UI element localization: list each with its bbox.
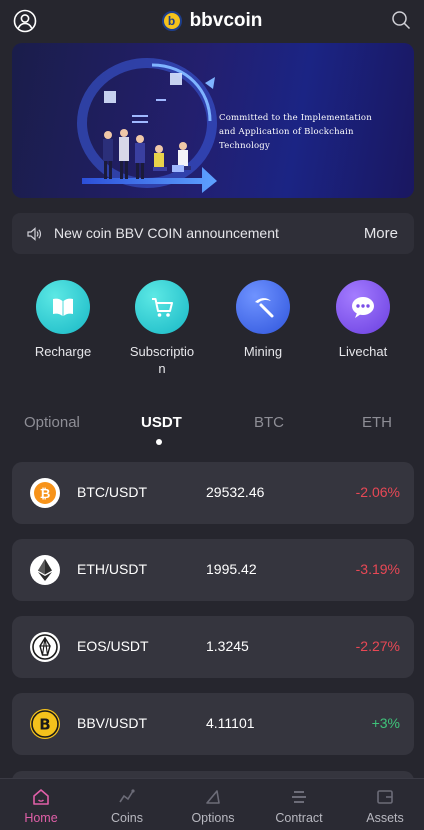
chat-icon: [336, 280, 390, 334]
pair-change: -3.19%: [355, 561, 400, 577]
tab-eth[interactable]: ETH: [362, 414, 392, 431]
pickaxe-icon: [236, 280, 290, 334]
nav-label: Assets: [366, 811, 404, 825]
contract-icon: [292, 791, 306, 803]
cart-icon: [135, 280, 189, 334]
pair-change: +3%: [371, 715, 400, 731]
nav-options[interactable]: Options: [178, 787, 248, 825]
market-row[interactable]: B BBV/USDT 4.11101 +3%: [12, 693, 414, 755]
top-bar: b bbvcoin: [0, 0, 424, 42]
quick-actions: Recharge Subscription Mining Livechat: [0, 280, 424, 380]
pair-change: -2.06%: [355, 484, 400, 500]
eos-icon: [30, 632, 60, 662]
market-row[interactable]: ₿ BTC/USDT 29532.46 -2.06%: [12, 462, 414, 524]
nav-label: Options: [191, 811, 235, 825]
action-recharge[interactable]: Recharge: [23, 280, 103, 360]
app-title: bbvcoin: [189, 10, 263, 31]
action-livechat[interactable]: Livechat: [323, 280, 403, 360]
nav-label: Home: [24, 811, 58, 825]
pair-name: EOS/USDT: [77, 638, 149, 654]
nav-label: Coins: [111, 811, 143, 825]
action-mining[interactable]: Mining: [223, 280, 303, 360]
wallet-icon: [377, 790, 393, 804]
market-row[interactable]: ETH/USDT 1995.42 -3.19%: [12, 539, 414, 601]
bottom-nav: Home Coins Options Contract Assets: [0, 778, 424, 830]
banner-line: Technology: [219, 141, 270, 151]
action-label: Mining: [243, 344, 283, 359]
svg-text:₿: ₿: [40, 487, 51, 502]
book-icon: [36, 280, 90, 334]
market-tabs: Optional USDT BTC ETH: [0, 410, 424, 450]
market-row[interactable]: EOS/USDT 1.3245 -2.27%: [12, 616, 414, 678]
pair-price: 1.3245: [206, 638, 249, 654]
nav-coins[interactable]: Coins: [92, 787, 162, 825]
banner-line: Committed to the Implementation: [219, 113, 372, 123]
promo-banner[interactable]: Committed to the Implementation and Appl…: [12, 43, 414, 198]
pair-name: ETH/USDT: [77, 561, 147, 577]
action-label: Recharge: [34, 344, 92, 359]
bbv-icon: B: [30, 709, 60, 739]
banner-line: and Application of Blockchain: [219, 127, 354, 137]
pair-price: 1995.42: [206, 561, 257, 577]
svg-text:B: B: [39, 716, 50, 734]
pair-price: 4.11101: [206, 715, 255, 731]
more-link[interactable]: More: [364, 225, 398, 242]
home-icon: [33, 789, 49, 805]
banner-caption: Committed to the Implementation and Appl…: [219, 111, 399, 153]
nav-contract[interactable]: Contract: [264, 787, 334, 825]
brand: b bbvcoin: [161, 10, 263, 32]
tab-usdt[interactable]: USDT: [141, 414, 182, 431]
speaker-icon: [27, 227, 42, 241]
action-label: Livechat: [338, 344, 388, 359]
active-tab-indicator: [156, 439, 162, 445]
pair-name: BBV/USDT: [77, 715, 148, 731]
ethereum-icon: [30, 555, 60, 585]
bitcoin-icon: ₿: [30, 478, 60, 508]
announcement-text[interactable]: New coin BBV COIN announcement: [54, 225, 279, 241]
tab-btc[interactable]: BTC: [254, 414, 284, 431]
tab-optional[interactable]: Optional: [24, 414, 80, 431]
nav-label: Contract: [275, 811, 323, 825]
announcement-bar[interactable]: New coin BBV COIN announcement More: [12, 213, 414, 254]
nav-assets[interactable]: Assets: [350, 787, 420, 825]
action-subscription[interactable]: Subscription: [122, 280, 202, 377]
brand-logo: b: [161, 11, 182, 31]
user-icon[interactable]: [13, 9, 37, 33]
options-icon: [206, 790, 220, 804]
search-icon[interactable]: [391, 10, 411, 30]
pair-change: -2.27%: [355, 638, 400, 654]
pair-price: 29532.46: [206, 484, 265, 500]
action-label: Subscription: [129, 344, 195, 376]
nav-home[interactable]: Home: [6, 787, 76, 825]
pair-name: BTC/USDT: [77, 484, 147, 500]
coins-icon: [119, 789, 135, 803]
